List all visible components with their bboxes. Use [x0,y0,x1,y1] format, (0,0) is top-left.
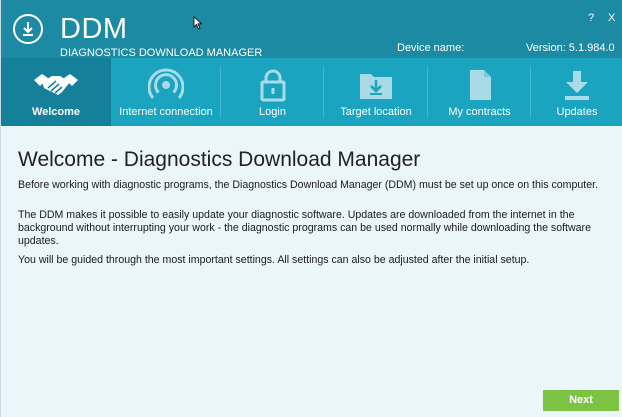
tab-label: Internet connection [119,106,213,118]
tab-updates[interactable]: Updates [531,58,622,126]
tab-label: Login [259,106,286,118]
tab-my-contracts[interactable]: My contracts [428,58,531,126]
tab-internet-connection[interactable]: Internet connection [111,58,221,126]
tab-label: Target location [340,106,412,118]
tab-welcome[interactable]: Welcome [1,58,111,126]
close-button[interactable]: X [608,12,615,24]
download-logo-icon [13,14,43,44]
help-button[interactable]: ? [588,12,594,24]
tab-label: Updates [556,106,598,118]
wireless-icon [111,68,221,102]
description-paragraph: The DDM makes it possible to easily upda… [18,209,591,247]
tab-login[interactable]: Login [221,58,324,126]
page-title: Welcome - Diagnostics Download Manager [18,148,421,171]
document-icon [428,68,531,102]
device-name-label: Device name: [397,42,465,54]
app-name: DDM [60,13,128,45]
intro-paragraph: Before working with diagnostic programs,… [18,179,598,191]
mouse-cursor-icon [193,16,203,30]
guidance-paragraph: You will be guided through the most impo… [18,254,530,266]
tab-label: Welcome [31,106,81,118]
wizard-tab-bar: Welcome Internet connection Login Target… [1,58,622,126]
app-window: DDM DIAGNOSTICS DOWNLOAD MANAGER Device … [0,0,622,417]
tab-label: My contracts [448,106,511,118]
tab-target-location[interactable]: Target location [324,58,428,126]
lock-icon [221,68,324,102]
version-label: Version: 5.1.984.0 [526,42,615,54]
title-bar: DDM DIAGNOSTICS DOWNLOAD MANAGER Device … [1,0,622,59]
download-icon [531,68,622,102]
handshake-icon [1,68,111,102]
folder-download-icon [324,68,428,102]
next-button[interactable]: Next [543,390,619,411]
